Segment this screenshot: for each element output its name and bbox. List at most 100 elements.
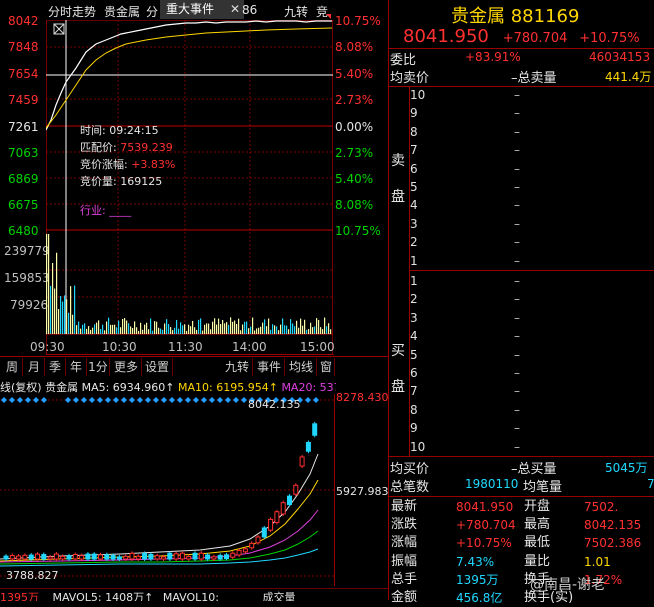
tab-intraday[interactable]: 分时走势 [48,3,96,20]
sell-level[interactable]: 6 [410,162,430,176]
period-tab-year[interactable]: 年 [66,358,87,376]
sell-level[interactable]: 9 [410,106,430,120]
sell-level[interactable]: 7 [410,143,430,157]
period-tab-week[interactable]: 周 [2,358,23,376]
stat-value: +10.75% [456,536,512,551]
period-tab-ma[interactable]: 均线 [286,358,317,376]
volume-bar [60,295,62,334]
candle [211,556,217,560]
sell-price: – [514,198,520,213]
volume-bar [182,325,184,334]
volume-bar [230,317,232,334]
sell-price: – [514,216,520,231]
volume-bar [300,318,302,334]
price-tick: 6480 [8,224,39,238]
signal-marker [81,397,87,403]
tab-major-events[interactable]: 重大事件 ✕ [160,0,244,19]
volume-bar [314,326,316,334]
volume-bar [328,323,330,334]
volume-bar [112,324,114,334]
buy-level[interactable]: 5 [410,348,430,362]
stat-label: 最低 [524,535,551,551]
volume-bar [268,318,270,334]
volume-bar [286,325,288,334]
candle [293,484,299,495]
tab-86[interactable]: 86 [242,3,257,17]
volume-bar [132,327,134,334]
candle [287,495,292,506]
volume-bar [280,324,282,334]
buy-level[interactable]: 3 [410,311,430,325]
volume-bar [224,323,226,334]
candle [305,441,311,452]
candle [28,554,34,560]
volume-bar [52,262,54,334]
volume-bar [250,326,252,334]
period-tab-nine-turn[interactable]: 九转 [222,358,253,376]
tab-minute[interactable]: 分 [146,3,158,20]
volume-bar [140,322,142,334]
kline-chart[interactable]: 8042.135 3788.827 [0,394,334,584]
volume-bar [184,324,186,334]
volume-bar [68,312,70,334]
buy-level[interactable]: 1 [410,274,430,288]
volume-bar [240,330,242,334]
tab-nine-turn[interactable]: 九转 [284,3,308,20]
stat-label: 振幅 [391,553,418,569]
volume-bar [78,321,80,334]
volume-bar [226,322,228,334]
pct-tick: 5.40% [335,172,374,186]
stats-row: 振幅 7.43% 量比 1.01 [390,553,654,571]
period-tab-month[interactable]: 月 [24,358,45,376]
signal-marker [233,397,239,403]
candle [123,555,129,560]
candle [242,548,248,553]
candle [47,556,53,560]
sell-level[interactable]: 1 [410,254,430,268]
vol-tick: 239779 [4,244,50,258]
volume-bar [114,324,116,334]
buy-level[interactable]: 2 [410,292,430,306]
volume-bar [260,326,262,334]
volume-bar [216,324,218,334]
volume-bar [196,329,198,334]
volume-bar [134,321,136,334]
volume-bar [148,329,150,334]
stat-label: 总手 [391,571,418,587]
volume-bar [96,322,98,334]
buy-level[interactable]: 7 [410,384,430,398]
buy-level[interactable]: 8 [410,403,430,417]
period-tab-events[interactable]: 事件 [254,358,285,376]
period-tab-1min[interactable]: 1分 [87,358,110,376]
period-tab-season[interactable]: 季 [45,358,66,376]
buy-level[interactable]: 10 [410,440,430,454]
sell-level[interactable]: 8 [410,125,430,139]
volume-bar [192,320,194,334]
sell-level[interactable]: 5 [410,180,430,194]
stat-value: 8042.135 [584,518,642,533]
period-tab-window[interactable]: 窗 [318,358,335,376]
volume-bar [126,320,128,334]
close-icon[interactable]: ✕ [230,0,240,19]
sell-level[interactable]: 2 [410,235,430,249]
buy-level[interactable]: 6 [410,366,430,380]
buy-level[interactable]: 9 [410,421,430,435]
pct-tick: 10.75% [335,14,381,28]
pct-tick: 8.08% [335,40,374,54]
quote-price-row: 8041.950 +780.704 +10.75% [403,26,640,47]
sell-level[interactable]: 4 [410,198,430,212]
sell-level[interactable]: 3 [410,217,430,231]
period-tab-settings[interactable]: 设置 [142,358,173,376]
volume-bar [320,327,322,334]
tab-stock-name[interactable]: 贵金属 [104,3,140,20]
signal-marker [169,397,175,403]
signal-marker [25,397,31,403]
volume-bar [188,324,190,334]
avg-deal-label: 均笔量 [523,480,563,495]
sell-level[interactable]: 10 [410,88,430,102]
buy-level[interactable]: 4 [410,329,430,343]
pct-tick: 2.73% [335,146,374,160]
volume-bar [118,320,120,334]
period-tab-more[interactable]: 更多 [111,358,142,376]
volume-bar [80,328,82,334]
